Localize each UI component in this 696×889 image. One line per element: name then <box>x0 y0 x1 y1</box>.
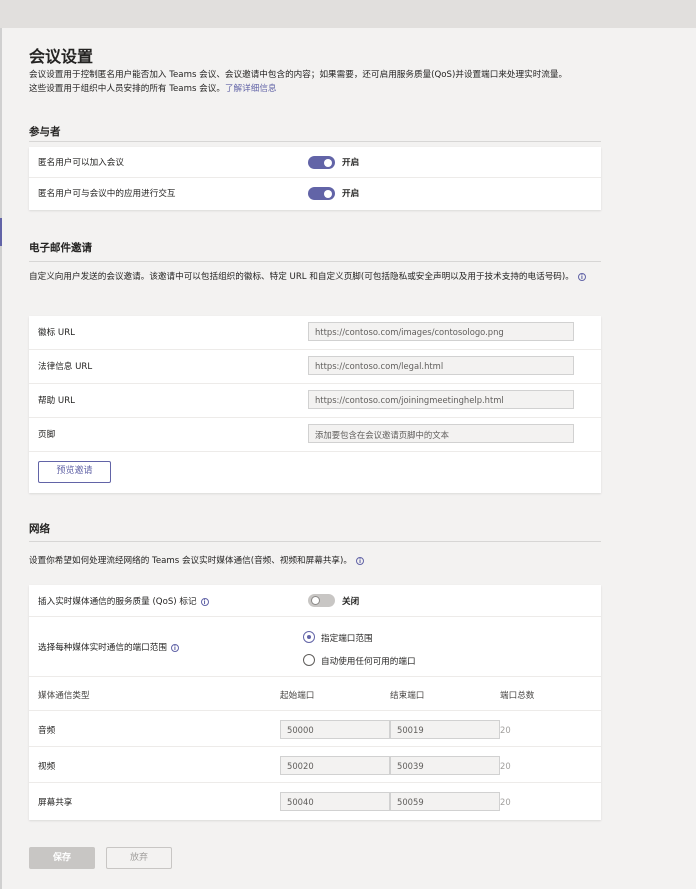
qos-row: 插入实时媒体通信的服务质量 (QoS) 标记 i 关闭 <box>29 585 601 617</box>
audio-end-port-input[interactable]: 50019 <box>390 720 500 739</box>
anonymous-join-toggle[interactable] <box>308 156 335 169</box>
media-type-audio: 音频 <box>38 726 56 736</box>
video-start-port-input[interactable]: 50020 <box>280 756 390 775</box>
participants-card: 匿名用户可以加入会议 开启 匿名用户可与会议中的应用进行交互 开启 <box>29 147 601 210</box>
participants-divider <box>29 141 601 142</box>
help-url-input[interactable]: https://contoso.com/joiningmeetinghelp.h… <box>308 390 574 409</box>
qos-toggle[interactable] <box>308 594 335 607</box>
table-row: 屏幕共享 50040 50059 20 <box>29 783 601 820</box>
screenshare-total-ports: 20 <box>500 797 511 807</box>
specify-port-range-radio[interactable] <box>303 631 315 643</box>
left-rail-indicator <box>0 218 2 246</box>
email-section-title: 电子邮件邀请 <box>29 242 92 254</box>
footer-label: 页脚 <box>38 430 56 440</box>
port-table-header: 媒体通信类型 起始端口 结束端口 端口总数 <box>29 677 601 711</box>
page-title: 会议设置 <box>29 47 94 66</box>
email-card: 徽标 URL https://contoso.com/images/contos… <box>29 316 601 493</box>
video-end-port-input[interactable]: 50039 <box>390 756 500 775</box>
network-section-title: 网络 <box>29 523 50 535</box>
qos-state: 关闭 <box>342 597 360 607</box>
network-divider <box>29 541 601 542</box>
anonymous-join-label: 匿名用户可以加入会议 <box>38 158 124 168</box>
media-type-header: 媒体通信类型 <box>38 691 90 701</box>
legal-url-row: 法律信息 URL https://contoso.com/legal.html <box>29 350 601 384</box>
info-icon[interactable]: i <box>200 597 209 606</box>
start-port-header: 起始端口 <box>280 691 315 701</box>
help-url-label: 帮助 URL <box>38 396 75 406</box>
page-description-text: 会议设置用于控制匿名用户能否加入 Teams 会议、会议邀请中包含的内容；如果需… <box>29 70 568 94</box>
network-description: 设置你希望如何处理流经网络的 Teams 会议实时媒体通信(音频、视频和屏幕共享… <box>29 554 597 568</box>
media-type-video: 视频 <box>38 762 56 772</box>
logo-url-input[interactable]: https://contoso.com/images/contosologo.p… <box>308 322 574 341</box>
specify-port-range-label: 指定端口范围 <box>321 634 373 644</box>
left-rail <box>0 28 2 889</box>
table-row: 音频 50000 50019 20 <box>29 711 601 747</box>
preview-invitation-button[interactable]: 预览邀请 <box>38 461 111 483</box>
end-port-header: 结束端口 <box>390 691 425 701</box>
toggle-knob <box>324 158 332 167</box>
legal-url-label: 法律信息 URL <box>38 362 93 372</box>
qos-label: 插入实时媒体通信的服务质量 (QoS) 标记 i <box>38 595 209 607</box>
save-button[interactable]: 保存 <box>29 847 95 869</box>
screenshare-start-port-input[interactable]: 50040 <box>280 792 390 811</box>
footer-input[interactable]: 添加要包含在会议邀请页脚中的文本 <box>308 424 574 443</box>
audio-total-ports: 20 <box>500 725 511 735</box>
toggle-knob <box>324 189 332 198</box>
anonymous-apps-row: 匿名用户可与会议中的应用进行交互 开启 <box>29 178 601 210</box>
email-divider <box>29 261 601 262</box>
email-description: 自定义向用户发送的会议邀请。该邀请中可以包括组织的徽标、特定 URL 和自定义页… <box>29 270 597 284</box>
port-range-row: 选择每种媒体实时通信的端口范围 i 指定端口范围 自动使用任何可用的端口 <box>29 617 601 677</box>
network-card: 插入实时媒体通信的服务质量 (QoS) 标记 i 关闭 选择每种媒体实时通信的端口… <box>29 585 601 820</box>
auto-port-radio[interactable] <box>303 654 315 666</box>
network-description-text: 设置你希望如何处理流经网络的 Teams 会议实时媒体通信(音频、视频和屏幕共享… <box>29 556 352 566</box>
screenshare-end-port-input[interactable]: 50059 <box>390 792 500 811</box>
logo-url-row: 徽标 URL https://contoso.com/images/contos… <box>29 316 601 350</box>
info-icon[interactable]: i <box>355 556 364 565</box>
port-range-label-text: 选择每种媒体实时通信的端口范围 <box>38 643 167 653</box>
footer-row: 页脚 添加要包含在会议邀请页脚中的文本 <box>29 418 601 452</box>
port-range-label: 选择每种媒体实时通信的端口范围 i <box>38 641 179 653</box>
email-description-text: 自定义向用户发送的会议邀请。该邀请中可以包括组织的徽标、特定 URL 和自定义页… <box>29 272 574 282</box>
total-ports-header: 端口总数 <box>500 691 535 701</box>
anonymous-apps-label: 匿名用户可与会议中的应用进行交互 <box>38 189 176 199</box>
table-row: 视频 50020 50039 20 <box>29 747 601 783</box>
anonymous-apps-state: 开启 <box>342 189 360 199</box>
logo-url-label: 徽标 URL <box>38 328 75 338</box>
help-url-row: 帮助 URL https://contoso.com/joiningmeetin… <box>29 384 601 418</box>
discard-button[interactable]: 放弃 <box>106 847 172 869</box>
top-bar <box>0 0 696 28</box>
anonymous-join-state: 开启 <box>342 158 360 168</box>
anonymous-join-row: 匿名用户可以加入会议 开启 <box>29 147 601 178</box>
info-icon[interactable]: i <box>577 272 586 281</box>
legal-url-input[interactable]: https://contoso.com/legal.html <box>308 356 574 375</box>
participants-section-title: 参与者 <box>29 126 61 138</box>
toggle-knob <box>311 596 320 605</box>
audio-start-port-input[interactable]: 50000 <box>280 720 390 739</box>
page-description: 会议设置用于控制匿名用户能否加入 Teams 会议、会议邀请中包含的内容；如果需… <box>29 68 569 96</box>
info-icon[interactable]: i <box>170 643 179 652</box>
anonymous-apps-toggle[interactable] <box>308 187 335 200</box>
video-total-ports: 20 <box>500 761 511 771</box>
qos-label-text: 插入实时媒体通信的服务质量 (QoS) 标记 <box>38 597 197 607</box>
media-type-screenshare: 屏幕共享 <box>38 798 73 808</box>
learn-more-link[interactable]: 了解详细信息 <box>225 84 277 94</box>
auto-port-label: 自动使用任何可用的端口 <box>321 657 416 667</box>
